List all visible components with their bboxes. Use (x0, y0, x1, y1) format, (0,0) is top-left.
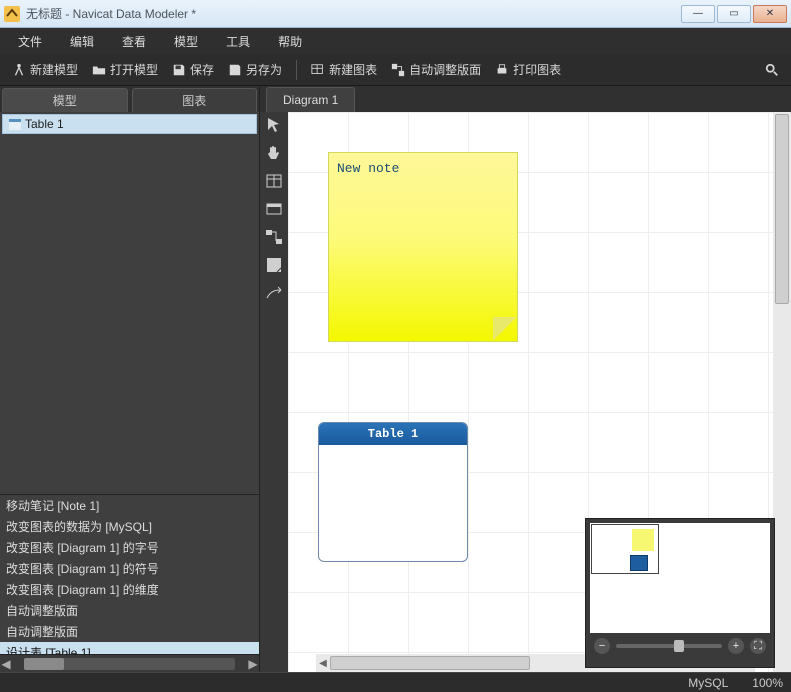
zoom-controls: − + ⛶ (590, 633, 770, 659)
history-item[interactable]: 改变图表 [Diagram 1] 的符号 (0, 558, 259, 579)
tab-chart[interactable]: 图表 (132, 88, 258, 112)
toolbar-separator (296, 60, 297, 80)
scroll-left-icon[interactable]: ◀ (0, 657, 12, 671)
history-item[interactable]: 自动调整版面 (0, 621, 259, 642)
new-table-label: 新建图表 (329, 61, 377, 78)
auto-layout-label: 自动调整版面 (409, 61, 481, 78)
maximize-button[interactable]: ▭ (717, 5, 751, 23)
printer-icon (495, 63, 509, 77)
zoom-in-button[interactable]: + (728, 638, 744, 654)
search-icon (765, 63, 779, 77)
minimap-panel[interactable]: − + ⛶ (585, 518, 775, 668)
left-panel: 模型 图表 Table 1 移动笔记 [Note 1] 改变图表的数据为 [My… (0, 86, 260, 672)
save-as-icon (228, 63, 242, 77)
tree-item-label: Table 1 (25, 117, 64, 131)
window-controls: — ▭ ✕ (681, 5, 787, 23)
table-title: Table 1 (319, 423, 467, 445)
scroll-thumb[interactable] (775, 114, 789, 304)
scroll-thumb[interactable] (24, 658, 64, 670)
relation-tool-icon[interactable] (265, 228, 283, 246)
tree-panel[interactable]: Table 1 (0, 112, 259, 494)
status-zoom: 100% (752, 676, 783, 690)
close-button[interactable]: ✕ (753, 5, 787, 23)
scroll-thumb[interactable] (330, 656, 530, 670)
menu-file[interactable]: 文件 (4, 29, 56, 54)
tab-diagram-1[interactable]: Diagram 1 (266, 87, 355, 112)
left-scrollbar[interactable]: ◀ ▶ (0, 654, 259, 672)
right-panel: Diagram 1 New note Table 1 (260, 86, 791, 672)
compass-icon (12, 63, 26, 77)
new-model-button[interactable]: 新建模型 (6, 58, 84, 81)
zoom-out-button[interactable]: − (594, 638, 610, 654)
menu-help[interactable]: 帮助 (264, 29, 316, 54)
note-text: New note (337, 161, 399, 176)
minimize-button[interactable]: — (681, 5, 715, 23)
zoom-slider-handle[interactable] (674, 640, 684, 652)
arrow-tool-icon[interactable] (265, 284, 283, 302)
new-model-label: 新建模型 (30, 61, 78, 78)
left-tabs: 模型 图表 (0, 86, 259, 112)
statusbar: MySQL 100% (0, 672, 791, 692)
menu-tools[interactable]: 工具 (212, 29, 264, 54)
scroll-track[interactable] (24, 658, 235, 670)
history-item[interactable]: 自动调整版面 (0, 600, 259, 621)
history-item[interactable]: 改变图表 [Diagram 1] 的字号 (0, 537, 259, 558)
minimap-viewport[interactable] (591, 524, 659, 574)
menu-model[interactable]: 模型 (160, 29, 212, 54)
window-title: 无标题 - Navicat Data Modeler * (26, 5, 681, 22)
canvas-toolbar (260, 112, 288, 672)
history-item[interactable]: 改变图表 [Diagram 1] 的维度 (0, 579, 259, 600)
open-model-label: 打开模型 (110, 61, 158, 78)
app-icon (4, 6, 20, 22)
main-area: 模型 图表 Table 1 移动笔记 [Note 1] 改变图表的数据为 [My… (0, 86, 791, 672)
minimap-canvas[interactable] (590, 523, 770, 633)
history-item[interactable]: 改变图表的数据为 [MySQL] (0, 516, 259, 537)
menubar: 文件 编辑 查看 模型 工具 帮助 (0, 28, 791, 54)
layout-icon (391, 63, 405, 77)
print-button[interactable]: 打印图表 (489, 58, 567, 81)
table-icon (9, 119, 21, 130)
menu-edit[interactable]: 编辑 (56, 29, 108, 54)
print-label: 打印图表 (513, 61, 561, 78)
new-table-button[interactable]: 新建图表 (305, 58, 383, 81)
view-tool-icon[interactable] (265, 200, 283, 218)
window-titlebar: 无标题 - Navicat Data Modeler * — ▭ ✕ (0, 0, 791, 28)
open-model-button[interactable]: 打开模型 (86, 58, 164, 81)
zoom-slider-track[interactable] (616, 644, 722, 648)
history-item[interactable]: 移动笔记 [Note 1] (0, 495, 259, 516)
note-fold-icon (493, 317, 517, 341)
save-label: 保存 (190, 61, 214, 78)
canvas-vertical-scrollbar[interactable] (773, 112, 791, 672)
table-tool-icon[interactable] (265, 172, 283, 190)
menu-view[interactable]: 查看 (108, 29, 160, 54)
table-plus-icon (311, 63, 325, 77)
scroll-left-icon[interactable]: ◀ (316, 658, 330, 669)
scroll-right-icon[interactable]: ▶ (247, 657, 259, 671)
save-icon (172, 63, 186, 77)
toolbar: 新建模型 打开模型 保存 另存为 新建图表 自动调整版面 打印图表 (0, 54, 791, 86)
zoom-fit-button[interactable]: ⛶ (750, 638, 766, 654)
note-object[interactable]: New note (328, 152, 518, 342)
history-item-selected[interactable]: 设计表 [Table 1] (0, 642, 259, 654)
pointer-icon[interactable] (265, 116, 283, 134)
save-as-label: 另存为 (246, 61, 282, 78)
history-panel[interactable]: 移动笔记 [Note 1] 改变图表的数据为 [MySQL] 改变图表 [Dia… (0, 494, 259, 654)
search-button[interactable] (759, 60, 785, 80)
folder-open-icon (92, 63, 106, 77)
status-db: MySQL (688, 676, 728, 690)
table-object[interactable]: Table 1 (318, 422, 468, 562)
save-button[interactable]: 保存 (166, 58, 220, 81)
tree-item-table1[interactable]: Table 1 (2, 114, 257, 134)
auto-layout-button[interactable]: 自动调整版面 (385, 58, 487, 81)
canvas-tabs: Diagram 1 (260, 86, 791, 112)
note-tool-icon[interactable] (265, 256, 283, 274)
tab-model[interactable]: 模型 (2, 88, 128, 112)
hand-icon[interactable] (265, 144, 283, 162)
save-as-button[interactable]: 另存为 (222, 58, 288, 81)
